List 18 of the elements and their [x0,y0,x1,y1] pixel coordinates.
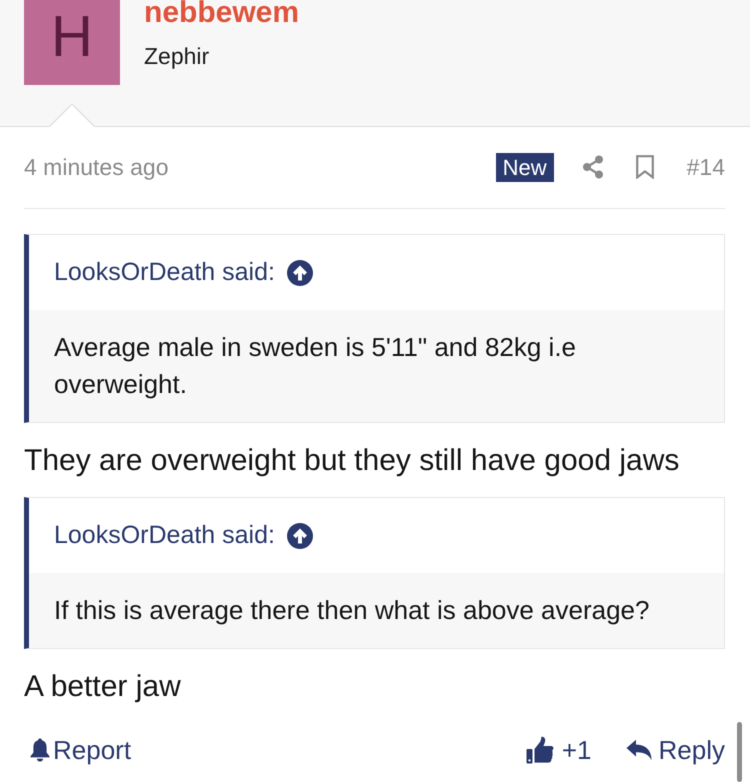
new-badge: New [496,152,554,182]
bookmark-icon[interactable] [636,155,654,179]
post-text: A better jaw [24,669,182,705]
bell-icon [30,738,50,762]
reply-button[interactable]: Reply [626,734,725,766]
quote-author-link[interactable]: LooksOrDeath said: [54,254,275,291]
like-button[interactable]: +1 [526,734,592,766]
post-text: They are overweight but they still have good jaws [24,443,680,479]
report-button[interactable]: Report [30,734,132,766]
quote-author-link[interactable]: LooksOrDeath said: [54,517,275,554]
user-title: Zephir [144,42,210,70]
thumbs-up-icon [526,736,554,764]
reply-icon [626,739,652,761]
scrollbar-thumb[interactable] [737,722,742,782]
share-icon[interactable] [582,155,604,179]
quote-text: If this is average there then what is above average? [54,594,650,627]
quote-text: Average male in sweden is 5'11" and 82kg i.e overweight. [54,331,578,401]
username-link[interactable]: nebbewem [144,0,300,28]
